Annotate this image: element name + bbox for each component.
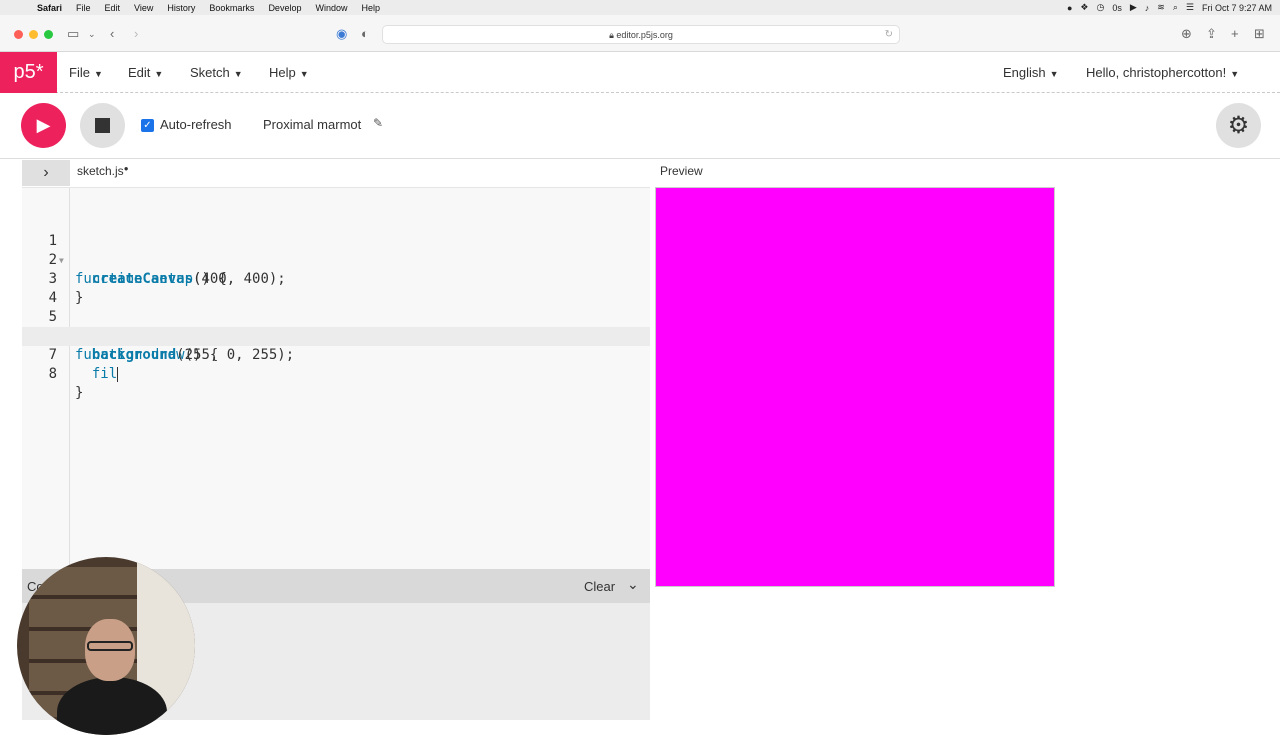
back-icon[interactable]: ‹ (110, 26, 114, 41)
play-button[interactable]: ▶ (21, 103, 66, 148)
code-editor[interactable]: 1 ▼ function setup() { 2 createCanvas(40… (22, 187, 650, 570)
workspace: › sketch.js● 1 ▼ function setup() { 2 cr… (0, 159, 1280, 735)
code-line[interactable]: 8 } (22, 346, 650, 401)
timer-value: 0s (1112, 2, 1122, 13)
caret-down-icon: ▼ (299, 69, 309, 79)
url-text: editor.p5js.org (616, 30, 673, 40)
gear-icon: ⚙ (1227, 112, 1250, 139)
pencil-icon[interactable]: ✎ (373, 116, 383, 130)
p5-nav: p5* File ▼ Edit ▼ Sketch ▼ Help ▼ English ▼ H… (0, 52, 1280, 93)
wifi-icon[interactable]: ≋ (1157, 2, 1165, 13)
menubar-develop[interactable]: Develop (261, 3, 308, 13)
nav-help-menu[interactable]: Help ▼ (269, 65, 309, 80)
expand-sidebar-button[interactable]: › (22, 160, 70, 186)
menubar-edit[interactable]: Edit (98, 3, 128, 13)
password-icon[interactable]: ◉ (336, 26, 347, 42)
control-center-icon[interactable]: ☰ (1186, 2, 1194, 13)
play-icon: ▶ (36, 115, 51, 135)
nav-sketch-menu[interactable]: Sketch ▼ (190, 65, 243, 80)
nav-edit-label: Edit (128, 65, 151, 80)
nav-edit-menu[interactable]: Edit ▼ (128, 65, 163, 80)
stop-button[interactable] (80, 103, 125, 148)
code-line[interactable]: 4 (22, 270, 650, 306)
play-status-icon[interactable]: ▶ (1130, 2, 1137, 13)
preview-label: Preview (660, 164, 703, 178)
language-label: English (1003, 65, 1046, 80)
menubar-view[interactable]: View (127, 3, 160, 13)
menubar-history[interactable]: History (160, 3, 202, 13)
file-name: sketch.js (77, 164, 124, 178)
timer-icon[interactable]: ◷ (1097, 2, 1105, 13)
code-line[interactable]: 1 ▼ function setup() { (22, 213, 650, 287)
menubar-file[interactable]: File (69, 3, 98, 13)
sketch-name[interactable]: Proximal marmot (263, 117, 361, 132)
caret-down-icon: ▼ (93, 69, 103, 79)
user-greeting: Hello, christophercotton! (1086, 65, 1227, 80)
caret-down-icon: ▼ (1049, 69, 1059, 79)
zoom-window-icon[interactable] (44, 30, 53, 39)
nav-sketch-label: Sketch (190, 65, 230, 80)
p5-logo[interactable]: p5* (0, 52, 57, 93)
code-line[interactable]: 6 background(255, 0, 255); (22, 308, 650, 363)
sidebar-toggle-icon[interactable]: ▭ (67, 26, 79, 42)
macos-menubar: Safari File Edit View History Bookmarks … (0, 0, 1280, 15)
caret-down-icon: ▼ (1230, 69, 1240, 79)
menubar-bookmarks[interactable]: Bookmarks (202, 3, 261, 13)
nav-file-menu[interactable]: File ▼ (69, 65, 103, 80)
user-menu[interactable]: Hello, christophercotton! ▼ (1086, 65, 1239, 80)
caret-down-icon: ▼ (233, 69, 243, 79)
browser-toolbar: ▭ ⌄ ‹ › ◉ ◐ 🔒︎ editor.p5js.org ↻ ⊕ ⇪ + ⊞ (0, 15, 1280, 52)
code-line[interactable]: 3 } (22, 251, 650, 306)
text-cursor (117, 366, 119, 382)
code-text: fil (75, 365, 119, 384)
preview-canvas[interactable] (655, 187, 1055, 587)
chevron-right-icon: › (43, 164, 49, 181)
address-bar[interactable]: 🔒︎ editor.p5js.org ↻ (382, 25, 900, 44)
record-icon[interactable]: ● (1067, 3, 1072, 13)
code-text: } (75, 385, 84, 401)
caret-down-icon: ▼ (154, 69, 164, 79)
forward-icon[interactable]: › (134, 26, 138, 41)
minimize-window-icon[interactable] (29, 30, 38, 39)
sketch-toolbar: ▶ ✓ Auto-refresh Proximal marmot ✎ ⚙ (0, 93, 1280, 159)
code-line[interactable]: 5 ▼ function draw() { (22, 289, 650, 363)
chevron-down-icon[interactable]: ⌄ (88, 29, 96, 40)
volume-icon[interactable]: ♪ (1145, 3, 1150, 13)
dropbox-icon[interactable]: ❖ (1080, 2, 1088, 13)
search-icon[interactable]: ⌕ (1173, 2, 1178, 13)
menubar-help[interactable]: Help (354, 3, 387, 13)
code-line[interactable]: 2 createCanvas(400, 400); (22, 232, 650, 287)
menubar-status-area: ● ❖ ◷ 0s ▶ ♪ ≋ ⌕ ☰ Fri Oct 7 9:27 AM (1067, 2, 1280, 13)
reload-icon[interactable]: ↻ (885, 26, 893, 44)
auto-refresh-checkbox[interactable]: ✓ (141, 119, 154, 132)
menubar-window[interactable]: Window (308, 3, 354, 13)
auto-refresh-label[interactable]: Auto-refresh (160, 117, 232, 132)
stop-icon (95, 118, 110, 133)
chevron-down-icon[interactable]: ⌄ (627, 576, 639, 593)
window-controls (14, 30, 53, 39)
unsaved-dot-icon: ● (123, 164, 129, 173)
download-icon[interactable]: ⊕ (1181, 26, 1192, 42)
checkmark-icon: ✓ (143, 120, 152, 131)
language-menu[interactable]: English ▼ (1003, 65, 1059, 80)
close-window-icon[interactable] (14, 30, 23, 39)
shield-icon[interactable]: ◐ (361, 26, 369, 41)
code-partial-identifier: fil (91, 366, 118, 382)
webcam-overlay (17, 557, 195, 735)
line-number: 8 (48, 366, 57, 382)
nav-help-label: Help (269, 65, 296, 80)
tab-overview-icon[interactable]: ⊞ (1254, 26, 1265, 42)
code-line-active[interactable]: 7 fil (22, 327, 650, 382)
new-tab-icon[interactable]: + (1231, 26, 1239, 41)
menubar-app-name[interactable]: Safari (30, 3, 69, 13)
lock-icon: 🔒︎ (609, 30, 614, 40)
nav-file-label: File (69, 65, 90, 80)
settings-button[interactable]: ⚙ (1216, 103, 1261, 148)
clear-console-button[interactable]: Clear (584, 579, 615, 594)
file-tab[interactable]: sketch.js● (77, 164, 129, 178)
presenter-glasses (87, 641, 133, 651)
datetime[interactable]: Fri Oct 7 9:27 AM (1202, 3, 1272, 13)
share-icon[interactable]: ⇪ (1206, 26, 1217, 42)
